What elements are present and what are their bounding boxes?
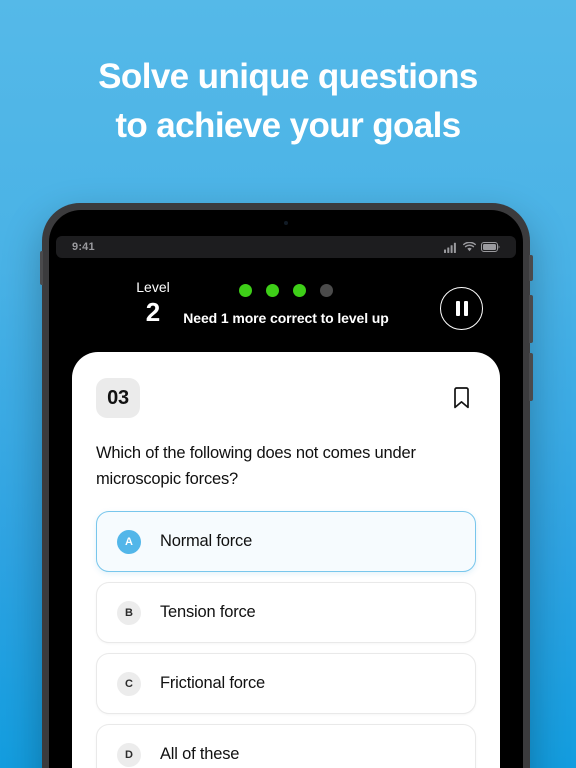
answer-option-b[interactable]: B Tension force <box>96 582 476 643</box>
answer-option-key: A <box>117 529 141 554</box>
pause-icon <box>463 301 468 316</box>
level-header: Level 2 Need 1 more correct to level up <box>49 274 523 352</box>
promo-screenshot: Solve unique questions to achieve your g… <box>0 0 576 768</box>
answer-option-d[interactable]: D All of these <box>96 724 476 768</box>
answer-option-c[interactable]: C Frictional force <box>96 653 476 714</box>
progress-dot <box>320 284 333 297</box>
bookmark-outline-icon <box>453 387 469 409</box>
progress-dot <box>239 284 252 297</box>
device-left-button[interactable] <box>40 251 43 285</box>
progress-dot <box>266 284 279 297</box>
progress-dot <box>293 284 306 297</box>
answer-option-key: C <box>117 671 141 696</box>
question-card-header: 03 <box>96 378 476 418</box>
status-bar-icons <box>444 242 500 253</box>
pause-icon <box>455 301 460 316</box>
promo-headline: Solve unique questions to achieve your g… <box>98 57 478 145</box>
answer-option-label: Frictional force <box>160 674 266 692</box>
answer-option-label: All of these <box>160 745 240 763</box>
cellular-signal-icon <box>444 242 456 253</box>
pause-button[interactable] <box>440 287 483 330</box>
question-card: 03 Which of the following does not comes… <box>72 352 500 768</box>
wifi-icon <box>463 242 476 252</box>
device-power-button[interactable] <box>529 255 533 281</box>
question-text: Which of the following does not comes un… <box>96 444 416 488</box>
device-volume-down-button[interactable] <box>529 353 533 401</box>
device-volume-up-button[interactable] <box>529 295 533 343</box>
status-bar: 9:41 <box>56 236 516 258</box>
answer-option-label: Tension force <box>160 603 256 621</box>
question-number-badge: 03 <box>96 378 140 418</box>
device-screen: 9:41 Level 2 Need 1 more correct to leve… <box>49 210 523 768</box>
answer-options-list: A Normal force B Tension force C Frictio… <box>96 511 476 768</box>
device-frame: 9:41 Level 2 Need 1 more correct to leve… <box>40 203 533 768</box>
battery-icon <box>481 242 500 252</box>
bookmark-button[interactable] <box>446 381 476 415</box>
answer-option-key: D <box>117 742 141 767</box>
front-camera-icon <box>284 221 288 225</box>
answer-option-key: B <box>117 600 141 625</box>
status-bar-time: 9:41 <box>72 241 95 253</box>
answer-option-label: Normal force <box>160 532 253 550</box>
answer-option-a[interactable]: A Normal force <box>96 511 476 572</box>
